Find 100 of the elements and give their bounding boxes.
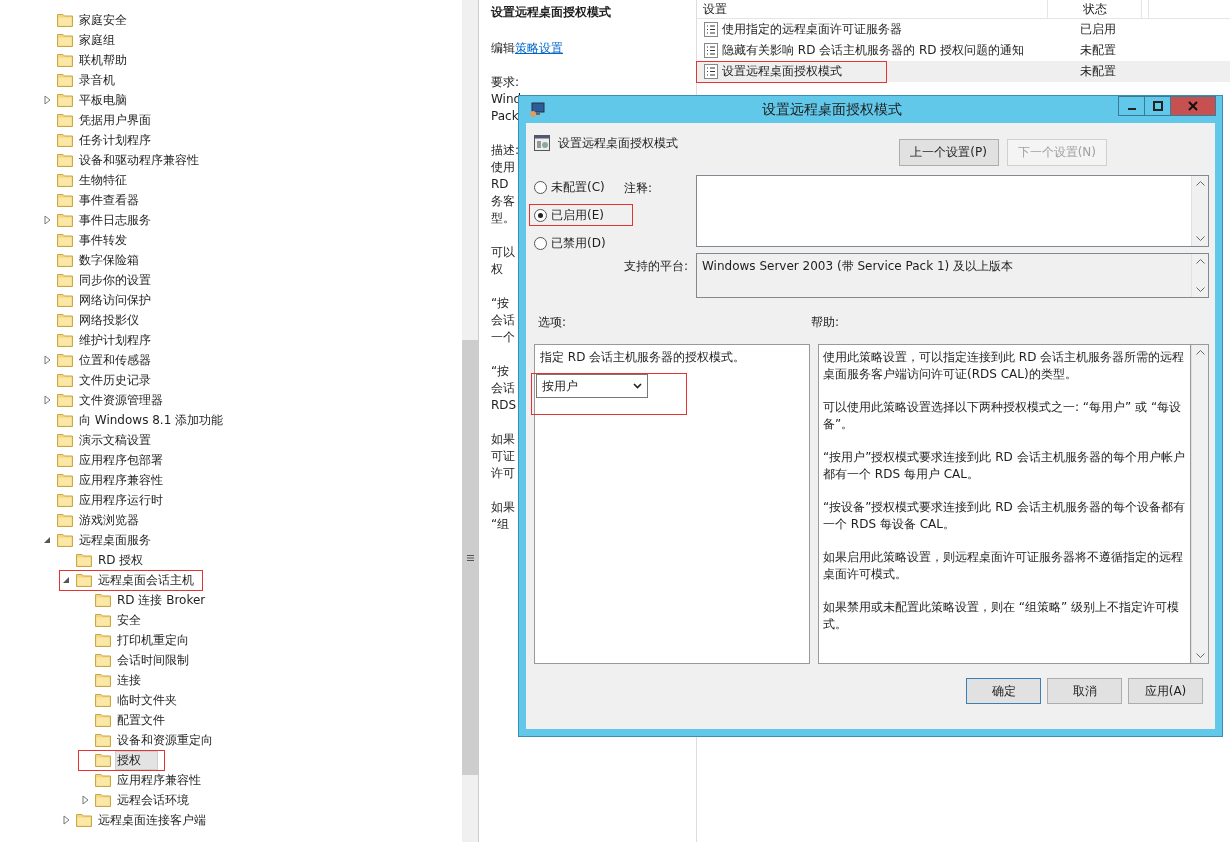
tree-item[interactable]: 家庭组: [41, 30, 123, 50]
tree-item[interactable]: 录音机: [41, 70, 123, 90]
policy-status: 未配置: [1080, 63, 1116, 80]
tree-item[interactable]: 联机帮助: [41, 50, 135, 70]
collapsed-arrow-icon[interactable]: [43, 355, 51, 365]
scroll-down-icon[interactable]: [1195, 653, 1205, 658]
tree-item[interactable]: 配置文件: [79, 710, 173, 730]
dialog-button[interactable]: 确定: [966, 678, 1041, 704]
help-paragraph: 如果启用此策略设置，则远程桌面许可证服务器将不遵循指定的远程桌面许可模式。: [823, 549, 1184, 583]
tree-item[interactable]: 演示文稿设置: [41, 430, 159, 450]
policy-icon: [704, 64, 718, 79]
tree-item[interactable]: RD 连接 Broker: [79, 590, 214, 610]
scroll-up-icon[interactable]: [1195, 350, 1205, 355]
tree-item[interactable]: 远程会话环境: [79, 790, 197, 810]
folder-icon: [57, 333, 73, 347]
options-label: 选项:: [537, 314, 568, 331]
policy-name: 隐藏有关影响 RD 会话主机服务器的 RD 授权问题的通知: [722, 42, 1025, 59]
tree-item[interactable]: 应用程序兼容性: [79, 770, 209, 790]
radio-button[interactable]: [534, 208, 547, 222]
folder-icon: [57, 433, 73, 447]
folder-icon: [57, 393, 73, 407]
collapsed-arrow-icon[interactable]: [43, 395, 51, 405]
scroll-down-icon[interactable]: [1195, 236, 1205, 241]
tree-item[interactable]: 文件资源管理器: [41, 390, 171, 410]
tree-item[interactable]: 向 Windows 8.1 添加功能: [41, 410, 232, 430]
dialog-button[interactable]: 取消: [1047, 678, 1122, 704]
tree-item[interactable]: 连接: [79, 670, 149, 690]
column-header[interactable]: 设置: [697, 0, 1048, 18]
radio-button[interactable]: [534, 236, 547, 250]
collapsed-arrow-icon[interactable]: [43, 95, 51, 105]
tree-item[interactable]: 任务计划程序: [41, 130, 159, 150]
tree-item[interactable]: 家庭安全: [41, 10, 135, 30]
expanded-arrow-icon[interactable]: [62, 576, 70, 584]
tree-item[interactable]: 应用程序兼容性: [41, 470, 171, 490]
tree-item[interactable]: 位置和传感器: [41, 350, 159, 370]
policy-settings-link[interactable]: 策略设置: [515, 41, 563, 55]
tree-item[interactable]: 远程桌面服务: [41, 530, 159, 550]
policy-row[interactable]: 使用指定的远程桌面许可证服务器 已启用: [697, 19, 1230, 40]
folder-icon: [57, 293, 73, 307]
folder-icon: [95, 713, 111, 727]
collapsed-arrow-icon[interactable]: [81, 795, 89, 805]
tree-item[interactable]: 设备和驱动程序兼容性: [41, 150, 207, 170]
tree-item[interactable]: 会话时间限制: [79, 650, 197, 670]
policy-row[interactable]: 隐藏有关影响 RD 会话主机服务器的 RD 授权问题的通知 未配置: [697, 40, 1230, 61]
tree-item[interactable]: 事件转发: [41, 230, 135, 250]
radio-button[interactable]: [534, 180, 547, 194]
tree-item[interactable]: 生物特征: [41, 170, 135, 190]
tree-item[interactable]: 设备和资源重定向: [79, 730, 221, 750]
tree-item[interactable]: 数字保险箱: [41, 250, 147, 270]
tree-item[interactable]: 同步你的设置: [41, 270, 159, 290]
scroll-down-icon[interactable]: [1195, 287, 1205, 292]
tree-item[interactable]: 应用程序包部署: [41, 450, 171, 470]
radio-option[interactable]: 已禁用(D): [534, 233, 624, 253]
scrollbar[interactable]: [462, 0, 478, 842]
folder-icon: [57, 473, 73, 487]
tree-item[interactable]: 打印机重定向: [79, 630, 197, 650]
tree-item[interactable]: 网络访问保护: [41, 290, 159, 310]
radio-option[interactable]: 未配置(C): [534, 177, 624, 197]
scrollbar-thumb[interactable]: [462, 340, 478, 775]
tree-item[interactable]: 安全: [79, 610, 149, 630]
folder-icon: [57, 33, 73, 47]
description-text: 如果: [491, 431, 515, 448]
collapsed-arrow-icon[interactable]: [62, 815, 70, 825]
tree-item[interactable]: 应用程序运行时: [41, 490, 171, 510]
folder-icon: [95, 773, 111, 787]
expanded-arrow-icon[interactable]: [43, 536, 51, 544]
scroll-up-icon[interactable]: [1195, 259, 1205, 264]
description-text: Pack: [491, 108, 519, 125]
column-header[interactable]: 状态: [1048, 0, 1142, 18]
dialog-button[interactable]: 应用(A): [1128, 678, 1203, 704]
folder-icon: [57, 93, 73, 107]
comment-field[interactable]: [696, 175, 1209, 247]
description-text: 可以: [491, 244, 515, 261]
tree-item[interactable]: 网络投影仪: [41, 310, 147, 330]
scroll-up-icon[interactable]: [1195, 181, 1205, 186]
tree-item[interactable]: 远程桌面会话主机: [60, 570, 202, 590]
close-icon: [1188, 101, 1198, 111]
tree-item[interactable]: 游戏浏览器: [41, 510, 147, 530]
tree-item[interactable]: 事件查看器: [41, 190, 147, 210]
minimize-button[interactable]: [1118, 96, 1145, 116]
description-text: 一个: [491, 329, 515, 346]
license-mode-dropdown[interactable]: 按用户: [536, 374, 648, 398]
tree-item[interactable]: 凭据用户界面: [41, 110, 159, 130]
policy-row[interactable]: 设置远程桌面授权模式 未配置: [697, 61, 1230, 82]
tree-item[interactable]: 临时文件夹: [79, 690, 185, 710]
folder-icon: [57, 313, 73, 327]
folder-icon: [57, 413, 73, 427]
folder-icon: [57, 173, 73, 187]
tree-item[interactable]: RD 授权: [60, 550, 152, 570]
tree-item[interactable]: 远程桌面连接客户端: [60, 810, 214, 830]
collapsed-arrow-icon[interactable]: [43, 215, 51, 225]
tree-item[interactable]: 平板电脑: [41, 90, 135, 110]
previous-setting-button[interactable]: 上一个设置(P): [898, 139, 999, 166]
tree-item[interactable]: 事件日志服务: [41, 210, 159, 230]
folder-icon: [95, 733, 111, 747]
tree-item[interactable]: 维护计划程序: [41, 330, 159, 350]
maximize-button[interactable]: [1144, 96, 1171, 116]
radio-option[interactable]: 已启用(E): [530, 205, 632, 225]
close-button[interactable]: [1170, 96, 1216, 116]
tree-item[interactable]: 文件历史记录: [41, 370, 159, 390]
